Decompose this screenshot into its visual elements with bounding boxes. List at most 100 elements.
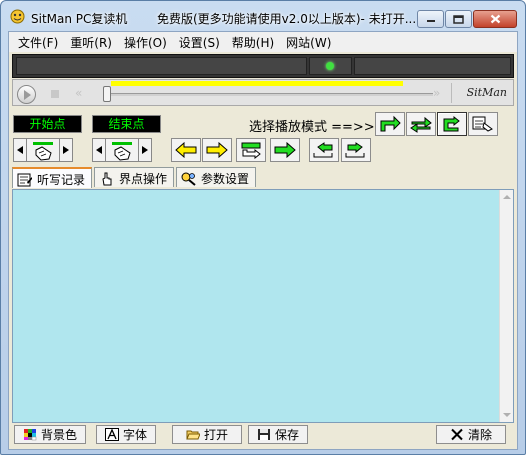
tab-dictation[interactable]: 听写记录 xyxy=(12,167,93,188)
start-point-label: 开始点 xyxy=(13,115,82,133)
window-title-subtitle: 免费版(更多功能请使用v2.0以上版本)- 未打开... xyxy=(157,12,417,26)
minimize-button[interactable] xyxy=(417,10,444,28)
clear-button[interactable]: 清除 xyxy=(436,425,506,444)
repeat-prev-button[interactable] xyxy=(309,138,339,162)
clear-x-icon xyxy=(451,428,463,441)
hand-point-icon xyxy=(33,142,53,161)
background-color-label: 背景色 xyxy=(40,428,77,442)
window-controls xyxy=(416,10,517,28)
tab-params[interactable]: 参数设置 xyxy=(176,167,257,187)
jump-forward-button[interactable] xyxy=(202,138,232,162)
seek-thumb[interactable] xyxy=(103,86,111,102)
close-icon xyxy=(490,14,500,24)
start-point-controls xyxy=(13,138,73,162)
client-area: 文件(F) 重听(R) 操作(O) 设置(S) 帮助(H) 网站(W) « » … xyxy=(8,31,518,450)
window-title: SitMan PC复读机 免费版(更多功能请使用v2.0以上版本)- 未打开..… xyxy=(31,10,416,27)
mode-single-play-icon xyxy=(380,115,401,132)
segment-loop-button[interactable] xyxy=(236,138,266,162)
menu-file[interactable]: 文件(F) xyxy=(12,32,64,52)
arrow-right-yellow-icon xyxy=(206,142,228,158)
open-button[interactable]: 打开 xyxy=(172,425,242,444)
arrow-right-icon xyxy=(63,146,69,154)
end-point-label: 结束点 xyxy=(92,115,161,133)
play-mode-label: 选择播放模式 ==>> xyxy=(249,120,375,135)
mode-follow-read-icon xyxy=(472,116,493,132)
tab-point-ops[interactable]: 界点操作 xyxy=(94,167,175,187)
save-disk-icon xyxy=(257,429,270,440)
menu-settings[interactable]: 设置(S) xyxy=(173,32,226,52)
menu-relisten[interactable]: 重听(R) xyxy=(64,32,118,52)
folder-open-icon xyxy=(186,430,200,440)
menu-operation[interactable]: 操作(O) xyxy=(118,32,173,52)
menu-bar: 文件(F) 重听(R) 操作(O) 设置(S) 帮助(H) 网站(W) xyxy=(9,32,517,52)
mode-loop-button[interactable] xyxy=(406,112,436,136)
seek-track[interactable] xyxy=(103,93,433,96)
background-color-button[interactable]: 背景色 xyxy=(14,425,86,444)
start-point-prev-button[interactable] xyxy=(13,138,27,162)
arrow-left-icon xyxy=(17,146,23,154)
stop-button[interactable] xyxy=(51,90,59,98)
start-point-set-button[interactable] xyxy=(27,138,59,162)
font-icon xyxy=(104,428,119,441)
repeat-next-icon xyxy=(345,142,365,158)
repeat-prev-icon xyxy=(313,142,333,158)
play-next-button[interactable] xyxy=(270,138,300,162)
menu-help[interactable]: 帮助(H) xyxy=(226,32,280,52)
window-title-app: SitMan PC复读机 xyxy=(31,12,128,26)
close-button[interactable] xyxy=(473,10,517,28)
maximize-button[interactable] xyxy=(445,10,472,28)
forward-button[interactable]: » xyxy=(433,86,440,100)
mode-repeat-loop-button[interactable] xyxy=(437,112,467,136)
repeat-next-button[interactable] xyxy=(341,138,371,162)
notepad-icon xyxy=(17,173,32,186)
font-button[interactable]: 字体 xyxy=(96,425,156,444)
dictation-editor-frame xyxy=(12,189,514,423)
mode-follow-read-button[interactable] xyxy=(468,112,498,136)
hand-point-icon xyxy=(112,142,132,161)
open-label: 打开 xyxy=(203,428,228,442)
arrow-left-yellow-icon xyxy=(175,142,197,158)
minimize-icon xyxy=(426,20,435,22)
lcd-segment-right xyxy=(354,57,511,75)
end-point-set-button[interactable] xyxy=(106,138,138,162)
hand-icon xyxy=(102,172,112,185)
sitman-logo: SitMan xyxy=(451,83,513,103)
scroll-up-icon[interactable] xyxy=(503,195,511,199)
end-point-next-button[interactable] xyxy=(138,138,152,162)
menu-website[interactable]: 网站(W) xyxy=(280,32,337,52)
maximize-icon xyxy=(453,14,464,24)
segment-loop-icon xyxy=(241,142,261,159)
tab-point-ops-label: 界点操作 xyxy=(119,172,168,186)
tab-dictation-label: 听写记录 xyxy=(37,173,86,187)
app-logo-icon xyxy=(10,9,25,24)
end-point-controls xyxy=(92,138,152,162)
bottom-toolbar: 背景色 字体 打开 保存 清除 xyxy=(12,425,514,445)
mode-single-play-button[interactable] xyxy=(375,112,405,136)
arrow-right-icon xyxy=(142,146,148,154)
play-icon xyxy=(24,90,31,100)
dictation-editor[interactable] xyxy=(13,190,499,422)
lcd-display xyxy=(12,54,514,78)
jump-back-button[interactable] xyxy=(171,138,201,162)
tab-strip: 听写记录 界点操作 参数设置 xyxy=(12,167,258,189)
app-window: SitMan PC复读机 免费版(更多功能请使用v2.0以上版本)- 未打开..… xyxy=(0,0,526,455)
editor-scrollbar[interactable] xyxy=(499,190,513,422)
mode-loop-icon xyxy=(410,116,432,133)
mode-repeat-loop-icon xyxy=(443,115,460,132)
arrow-right-green-icon xyxy=(274,142,296,158)
end-point-prev-button[interactable] xyxy=(92,138,106,162)
clear-label: 清除 xyxy=(467,428,492,442)
arrow-left-icon xyxy=(96,146,102,154)
settings-icon xyxy=(181,172,196,186)
transport-bar: « » SitMan xyxy=(12,79,514,106)
play-button[interactable] xyxy=(17,85,36,104)
title-bar[interactable]: SitMan PC复读机 免费版(更多功能请使用v2.0以上版本)- 未打开..… xyxy=(1,1,525,31)
tab-params-label: 参数设置 xyxy=(201,172,250,186)
rewind-button[interactable]: « xyxy=(75,86,82,100)
color-palette-icon xyxy=(23,429,37,441)
scroll-down-icon[interactable] xyxy=(503,413,511,417)
lcd-segment-left xyxy=(16,57,307,75)
save-button[interactable]: 保存 xyxy=(248,425,308,444)
start-point-next-button[interactable] xyxy=(59,138,73,162)
font-label: 字体 xyxy=(122,428,147,442)
